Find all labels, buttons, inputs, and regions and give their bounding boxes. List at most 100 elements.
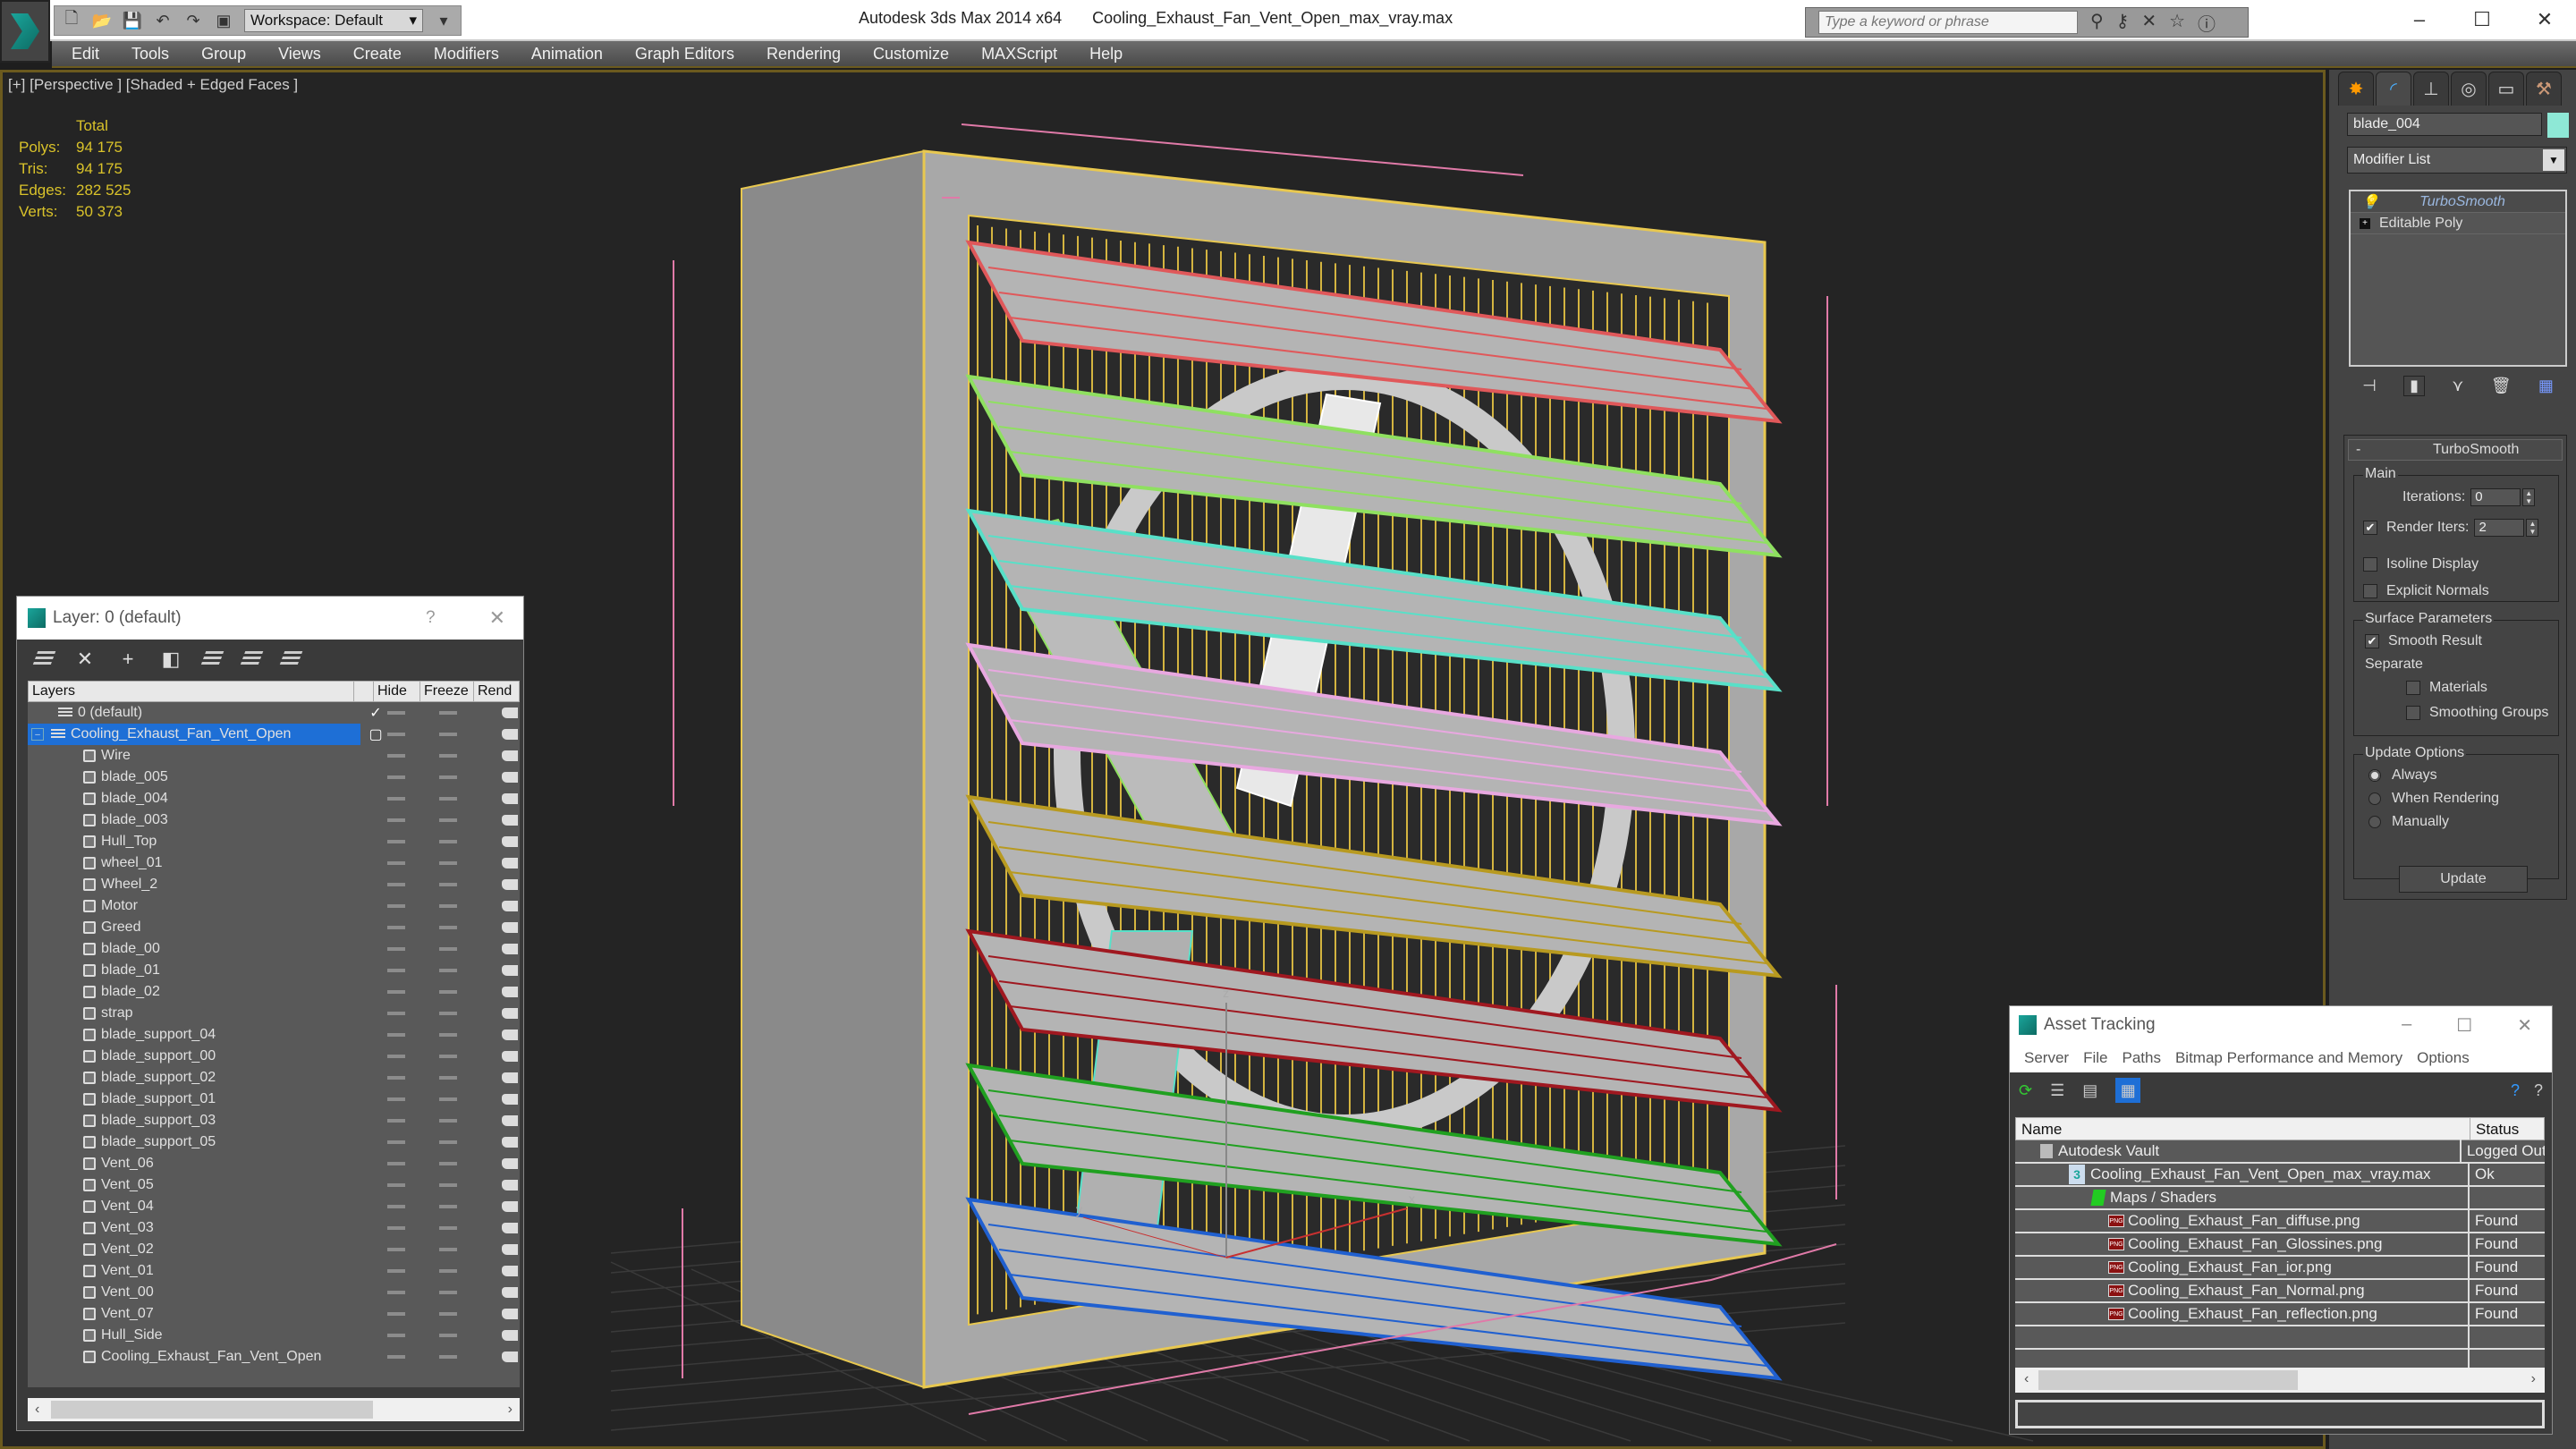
project-folder-icon[interactable]: ▣ bbox=[214, 11, 233, 30]
col-status[interactable]: Status bbox=[2470, 1118, 2524, 1140]
object-row[interactable]: Vent_03 bbox=[28, 1217, 520, 1239]
hide-toggle[interactable] bbox=[387, 754, 405, 758]
favorites-star-icon[interactable]: ☆ bbox=[2169, 10, 2185, 36]
menu-views[interactable]: Views bbox=[278, 45, 321, 64]
layer-dialog-titlebar[interactable]: Layer: 0 (default) ? ✕ bbox=[17, 597, 523, 640]
smoothing-groups-checkbox[interactable] bbox=[2406, 706, 2420, 720]
col-hide[interactable]: Hide bbox=[374, 682, 420, 701]
freeze-toggle[interactable] bbox=[439, 711, 457, 715]
freeze-toggle[interactable] bbox=[439, 840, 457, 843]
asset-row[interactable]: PNG Cooling_Exhaust_Fan_Normal.png Found bbox=[2015, 1279, 2545, 1303]
stack-item-turbosmooth[interactable]: 💡 TurboSmooth bbox=[2351, 191, 2565, 213]
radio-button[interactable] bbox=[2368, 769, 2381, 782]
hide-toggle[interactable] bbox=[387, 840, 405, 843]
object-row[interactable]: Vent_02 bbox=[28, 1239, 520, 1260]
render-teapot-icon[interactable] bbox=[502, 1158, 518, 1169]
delete-layer-icon[interactable]: ✕ bbox=[74, 648, 96, 670]
freeze-toggle[interactable] bbox=[439, 1269, 457, 1273]
hide-toggle[interactable] bbox=[387, 861, 405, 865]
viewport-label[interactable]: [+] [Perspective ] [Shaded + Edged Faces… bbox=[8, 76, 298, 94]
expand-plus-icon[interactable]: + bbox=[2360, 217, 2370, 229]
render-teapot-icon[interactable] bbox=[502, 987, 518, 997]
object-row[interactable]: blade_00 bbox=[28, 938, 520, 960]
hide-toggle[interactable] bbox=[387, 1097, 405, 1101]
minimize-icon[interactable]: – bbox=[2402, 1014, 2411, 1037]
asset-row[interactable]: Autodesk Vault Logged Out bbox=[2015, 1140, 2545, 1164]
render-teapot-icon[interactable] bbox=[502, 793, 518, 804]
tree-view-icon[interactable]: ▤ bbox=[2082, 1081, 2097, 1100]
object-name-field[interactable]: blade_004 bbox=[2347, 113, 2542, 136]
render-teapot-icon[interactable] bbox=[502, 1072, 518, 1083]
lightbulb-icon[interactable]: 💡 bbox=[2361, 193, 2379, 211]
render-teapot-icon[interactable] bbox=[502, 1115, 518, 1126]
hide-toggle[interactable] bbox=[387, 711, 405, 715]
freeze-toggle[interactable] bbox=[439, 1226, 457, 1230]
render-teapot-icon[interactable] bbox=[502, 1287, 518, 1298]
render-teapot-icon[interactable] bbox=[502, 1309, 518, 1319]
render-teapot-icon[interactable] bbox=[502, 708, 518, 718]
render-teapot-icon[interactable] bbox=[502, 1223, 518, 1233]
render-teapot-icon[interactable] bbox=[502, 901, 518, 911]
hide-toggle[interactable] bbox=[387, 1055, 405, 1058]
maximize-icon[interactable]: ☐ bbox=[2456, 1014, 2472, 1037]
scroll-right-icon[interactable]: › bbox=[2531, 1371, 2536, 1387]
hide-toggle[interactable] bbox=[387, 883, 405, 886]
render-teapot-icon[interactable] bbox=[502, 1201, 518, 1212]
explicit-normals-checkbox[interactable] bbox=[2363, 584, 2377, 598]
freeze-toggle[interactable] bbox=[439, 1205, 457, 1208]
create-layer-icon[interactable] bbox=[31, 651, 56, 667]
asset-menu-options[interactable]: Options bbox=[2417, 1049, 2470, 1067]
radio-button[interactable] bbox=[2368, 816, 2381, 828]
scrollbar-thumb[interactable] bbox=[2038, 1370, 2298, 1390]
materials-checkbox[interactable] bbox=[2406, 681, 2420, 695]
asset-row[interactable]: Maps / Shaders bbox=[2015, 1186, 2545, 1210]
menu-modifiers[interactable]: Modifiers bbox=[434, 45, 499, 64]
asset-menu-paths[interactable]: Paths bbox=[2122, 1049, 2160, 1067]
customize-toolbar-icon[interactable]: ▾ bbox=[434, 11, 453, 30]
hide-toggle[interactable] bbox=[387, 1226, 405, 1230]
pin-stack-icon[interactable]: ⊣ bbox=[2362, 377, 2377, 395]
hide-toggle[interactable] bbox=[387, 1334, 405, 1337]
col-current[interactable] bbox=[354, 682, 374, 701]
hide-toggle[interactable] bbox=[387, 1033, 405, 1037]
col-render[interactable]: Rend bbox=[474, 682, 519, 701]
menu-group[interactable]: Group bbox=[201, 45, 246, 64]
asset-row[interactable]: PNG Cooling_Exhaust_Fan_diffuse.png Found bbox=[2015, 1209, 2545, 1233]
freeze-toggle[interactable] bbox=[439, 1119, 457, 1123]
menu-customize[interactable]: Customize bbox=[873, 45, 949, 64]
create-tab-icon[interactable]: ✸ bbox=[2338, 72, 2374, 106]
render-teapot-icon[interactable] bbox=[502, 1008, 518, 1019]
hide-toggle[interactable] bbox=[387, 1269, 405, 1273]
layer-settings-icon[interactable] bbox=[278, 651, 303, 667]
render-teapot-icon[interactable] bbox=[502, 944, 518, 954]
render-teapot-icon[interactable] bbox=[502, 1094, 518, 1105]
freeze-toggle[interactable] bbox=[439, 733, 457, 736]
current-layer-indicator[interactable]: ▢ bbox=[366, 725, 386, 743]
render-teapot-icon[interactable] bbox=[502, 1330, 518, 1341]
object-row[interactable]: Wheel_2 bbox=[28, 874, 520, 895]
render-teapot-icon[interactable] bbox=[502, 1266, 518, 1276]
col-layers[interactable]: Layers bbox=[29, 682, 354, 701]
hide-toggle[interactable] bbox=[387, 969, 405, 972]
hide-toggle[interactable] bbox=[387, 1119, 405, 1123]
freeze-toggle[interactable] bbox=[439, 861, 457, 865]
layer-row[interactable]: 0 (default) ✓ bbox=[28, 702, 520, 724]
object-row[interactable]: Vent_04 bbox=[28, 1196, 520, 1217]
modify-tab-icon[interactable]: ◜ bbox=[2376, 72, 2411, 106]
hide-toggle[interactable] bbox=[387, 947, 405, 951]
close-icon[interactable]: ✕ bbox=[2517, 1014, 2532, 1037]
iterations-input[interactable]: 0 bbox=[2470, 488, 2521, 506]
col-name[interactable]: Name bbox=[2016, 1118, 2470, 1140]
motion-tab-icon[interactable]: ◎ bbox=[2451, 72, 2487, 106]
help-icon[interactable]: ⓘ bbox=[2198, 10, 2216, 36]
app-menu-button[interactable] bbox=[0, 0, 50, 63]
render-teapot-icon[interactable] bbox=[502, 836, 518, 847]
maximize-button[interactable]: ☐ bbox=[2451, 0, 2513, 39]
render-iters-input[interactable]: 2 bbox=[2474, 519, 2525, 537]
undo-icon[interactable]: ↶ bbox=[153, 11, 173, 30]
radio-button[interactable] bbox=[2368, 792, 2381, 805]
asset-row[interactable]: 3 Cooling_Exhaust_Fan_Vent_Open_max_vray.… bbox=[2015, 1163, 2545, 1187]
freeze-toggle[interactable] bbox=[439, 1291, 457, 1294]
object-row[interactable]: blade_support_02 bbox=[28, 1067, 520, 1089]
freeze-toggle[interactable] bbox=[439, 1012, 457, 1015]
